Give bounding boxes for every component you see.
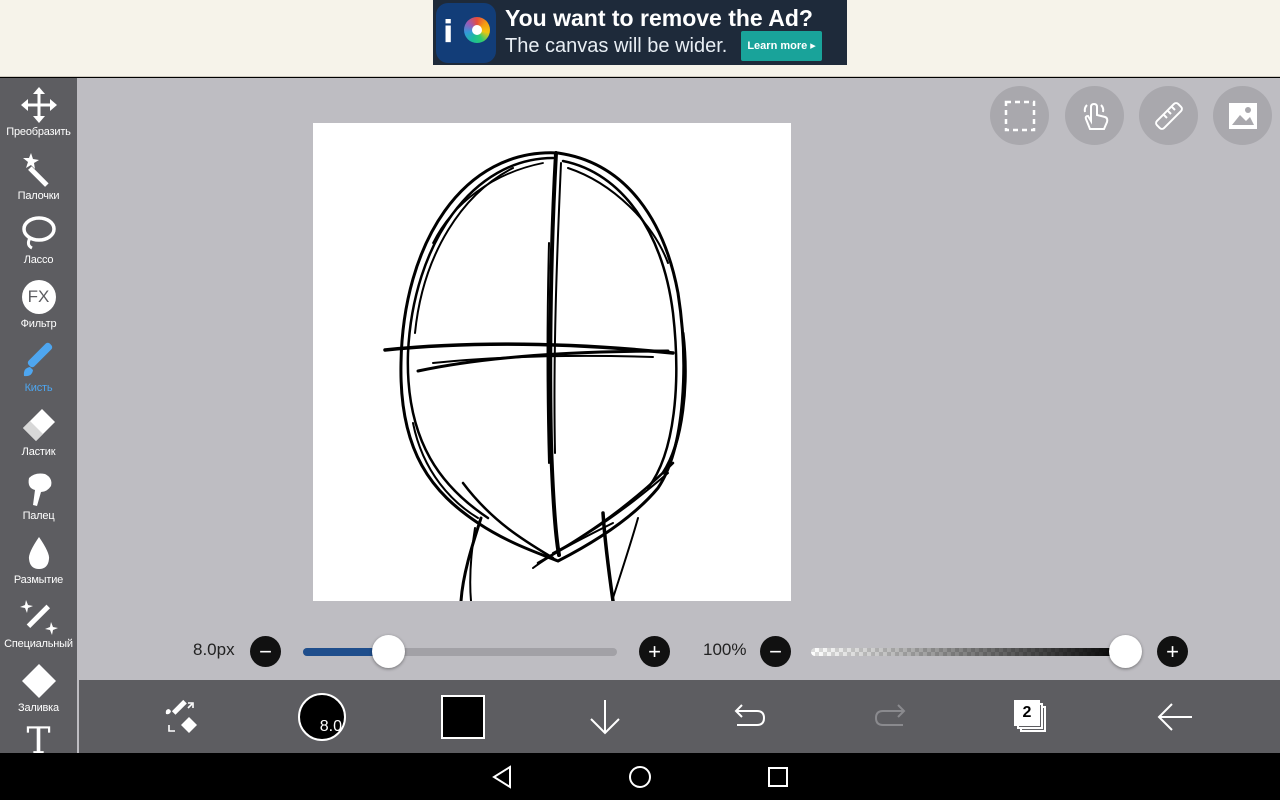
tool-label: Заливка — [18, 702, 59, 714]
nav-recents-button[interactable] — [748, 753, 808, 800]
selection-marquee-icon — [1004, 100, 1035, 131]
tool-magic-wand[interactable]: Палочки — [0, 142, 77, 206]
tool-sidebar: Преобразить Палочки Лассо FX Фильтр Кист… — [0, 78, 77, 753]
reference-image-icon — [1228, 102, 1257, 129]
ad-title: You want to remove the Ad? — [505, 4, 813, 31]
fx-filter-icon: FX — [19, 277, 59, 317]
brush-icon — [19, 341, 59, 381]
brush-preview-button[interactable]: 8.0 — [297, 680, 347, 753]
tool-switch-button[interactable] — [149, 680, 213, 753]
reference-button[interactable] — [1213, 86, 1272, 145]
eraser-icon — [19, 405, 59, 445]
tool-lasso[interactable]: Лассо — [0, 206, 77, 270]
arrow-down-icon — [590, 699, 620, 734]
move-arrows-icon — [19, 85, 59, 125]
fx-glyph: FX — [21, 280, 56, 314]
redo-icon — [874, 703, 906, 726]
brush-opacity-thumb[interactable] — [1109, 635, 1142, 668]
head-sketch — [383, 151, 687, 601]
tool-smudge[interactable]: Палец — [0, 462, 77, 526]
tool-brush[interactable]: Кисть — [0, 334, 77, 398]
brush-size-decrease-button[interactable]: − — [250, 636, 281, 667]
layers-button[interactable]: 2 — [1009, 680, 1053, 753]
nav-home-button[interactable] — [610, 753, 670, 800]
tool-label: Фильтр — [20, 318, 57, 330]
tool-label: Лассо — [23, 254, 54, 266]
brush-eraser-swap-icon — [165, 699, 197, 733]
minus-icon: − — [769, 638, 782, 664]
hand-touch-icon — [1083, 102, 1108, 130]
layer-count: 2 — [1014, 699, 1040, 726]
drawing-canvas[interactable] — [313, 123, 791, 601]
brush-size-increase-button[interactable]: + — [639, 636, 670, 667]
tool-label: Палочки — [17, 190, 60, 202]
workspace: Преобразить Палочки Лассо FX Фильтр Кист… — [0, 78, 1280, 753]
text-glyph: T — [26, 721, 51, 754]
bottom-toolbar: 8.0 2 — [79, 680, 1280, 753]
tool-transform[interactable]: Преобразить — [0, 78, 77, 142]
redo-button[interactable] — [869, 680, 913, 753]
back-button[interactable] — [1153, 680, 1197, 753]
tool-label: Преобразить — [6, 126, 71, 138]
tool-blur[interactable]: Размытие — [0, 526, 77, 590]
brush-opacity-value: 100% — [703, 640, 747, 659]
undo-button[interactable] — [727, 680, 771, 753]
tool-label: Ластик — [21, 446, 56, 458]
text-tool-icon: T — [19, 721, 59, 754]
brush-opacity-slider[interactable] — [811, 648, 1125, 656]
current-color-swatch — [441, 694, 485, 739]
brush-size-value: 8.0px — [193, 640, 235, 659]
triangle-back-icon — [492, 764, 511, 789]
opacity-increase-button[interactable]: + — [1157, 636, 1188, 667]
layer-merge-down-button[interactable] — [583, 680, 627, 753]
plus-icon: + — [1166, 638, 1179, 664]
brush-preview: 8.0 — [298, 692, 346, 741]
fill-bucket-icon — [19, 661, 59, 701]
special-pen-icon — [19, 597, 59, 637]
square-recents-icon — [768, 766, 788, 787]
brush-size-thumb[interactable] — [371, 635, 405, 668]
minus-icon: − — [259, 638, 272, 664]
lasso-icon — [19, 213, 59, 253]
touch-button[interactable] — [1065, 86, 1124, 145]
ad-subtitle: The canvas will be wider. — [505, 34, 728, 57]
ruler-icon — [1154, 101, 1183, 130]
tool-label: Палец — [22, 510, 55, 522]
learn-more-button[interactable]: Learn more ▸ — [741, 30, 822, 61]
android-nav-bar — [0, 753, 1280, 800]
selection-button[interactable] — [990, 86, 1049, 145]
arrow-left-icon — [1157, 702, 1192, 731]
color-button[interactable] — [441, 680, 485, 753]
magic-wand-icon — [19, 149, 59, 189]
nav-back-button[interactable] — [472, 753, 532, 800]
tool-label: Кисть — [24, 382, 53, 394]
tool-filter[interactable]: FX Фильтр — [0, 270, 77, 334]
tool-fill[interactable]: Заливка — [0, 654, 77, 718]
ad-bar: i You want to remove the Ad? The canvas … — [0, 0, 1280, 77]
ruler-button[interactable] — [1139, 86, 1198, 145]
tool-special[interactable]: Специальный — [0, 590, 77, 654]
brush-size-slider[interactable] — [303, 648, 617, 656]
circle-home-icon — [629, 765, 651, 788]
tool-eraser[interactable]: Ластик — [0, 398, 77, 462]
layers-icon: 2 — [1014, 699, 1048, 734]
opacity-decrease-button[interactable]: − — [760, 636, 791, 667]
tool-label: Размытие — [13, 574, 64, 586]
plus-icon: + — [648, 638, 661, 664]
ad-banner[interactable]: i You want to remove the Ad? The canvas … — [433, 0, 847, 65]
ad-subtitle-row: The canvas will be wider. Learn more ▸ — [505, 30, 822, 61]
ibispaint-logo-icon: i — [436, 2, 496, 63]
brush-preview-size: 8.0 — [319, 717, 342, 735]
tool-label: Специальный — [4, 638, 73, 650]
undo-icon — [734, 703, 766, 726]
ad-text: You want to remove the Ad? The canvas wi… — [505, 5, 822, 61]
blur-drop-icon — [19, 533, 59, 573]
smudge-finger-icon — [19, 469, 59, 509]
tool-text[interactable]: T — [0, 718, 77, 754]
